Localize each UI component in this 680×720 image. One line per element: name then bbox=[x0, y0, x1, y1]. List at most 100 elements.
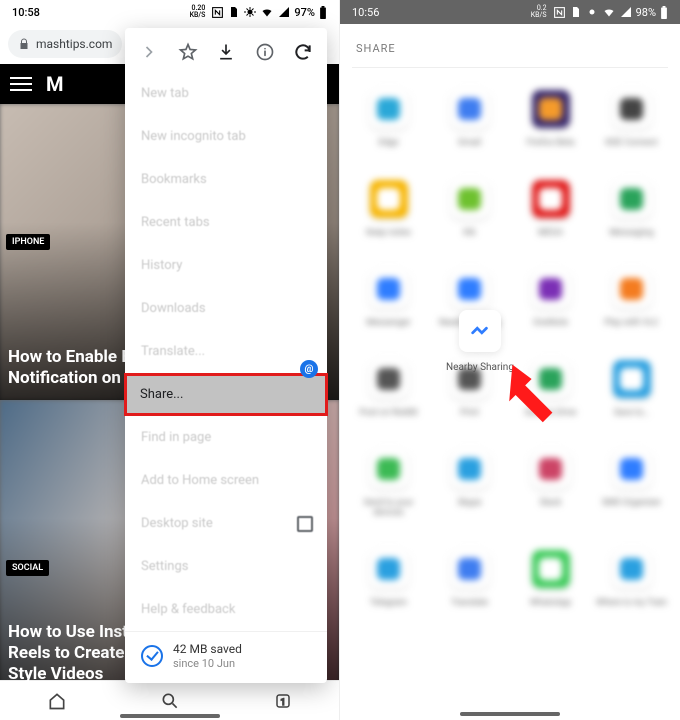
nfc-icon bbox=[211, 6, 224, 19]
gesture-bar[interactable] bbox=[120, 714, 220, 718]
article-tag: SOCIAL bbox=[6, 560, 49, 576]
share-target-kik[interactable]: Kik bbox=[433, 180, 506, 238]
data-saved-line1: 42 MB saved bbox=[173, 642, 242, 656]
phone-left: 10:58 0.20 KB/S 97% mashtips.com M bbox=[0, 0, 340, 720]
nfc-icon bbox=[553, 6, 566, 19]
app-icon bbox=[532, 180, 570, 218]
app-icon bbox=[451, 550, 489, 588]
app-icon bbox=[451, 450, 489, 488]
app-icon bbox=[613, 270, 651, 308]
svg-text:1: 1 bbox=[280, 697, 285, 707]
share-target-keep-notes[interactable]: Keep notes bbox=[352, 180, 425, 238]
hamburger-icon[interactable] bbox=[10, 77, 32, 91]
share-target-messenger[interactable]: Messenger bbox=[352, 270, 425, 328]
status-bar: 10:56 0.2 KB/S 98% bbox=[340, 0, 680, 24]
share-target-mega[interactable]: MEGA bbox=[514, 180, 587, 238]
share-target-telegram[interactable]: Telegram bbox=[352, 550, 425, 608]
battery-icon bbox=[660, 6, 668, 19]
app-icon bbox=[370, 90, 408, 128]
menu-item-find-in-page[interactable]: Find in page bbox=[125, 416, 327, 459]
star-icon[interactable] bbox=[176, 40, 200, 64]
app-icon bbox=[459, 310, 501, 352]
app-label: Gmail bbox=[458, 138, 481, 148]
data-savings-row[interactable]: 42 MB saved since 10 Jun bbox=[125, 631, 327, 677]
menu-item-downloads[interactable]: Downloads bbox=[125, 287, 327, 330]
menu-item-desktop-site[interactable]: Desktop site bbox=[125, 502, 327, 545]
share-target-skype[interactable]: Skype bbox=[433, 450, 506, 518]
share-target-sms-organizer[interactable]: SMS Organizer bbox=[595, 450, 668, 518]
status-time: 10:56 bbox=[352, 6, 379, 19]
checkbox-icon[interactable] bbox=[297, 516, 313, 532]
share-header: SHARE bbox=[340, 24, 680, 67]
app-icon bbox=[613, 90, 651, 128]
app-label: Keep notes bbox=[366, 228, 411, 238]
refresh-icon[interactable] bbox=[291, 40, 315, 64]
menu-item-settings[interactable]: Settings bbox=[125, 545, 327, 588]
app-icon bbox=[613, 450, 651, 488]
menu-item-share[interactable]: Share... bbox=[124, 373, 328, 416]
menu-item-new-incognito-tab[interactable]: New incognito tab bbox=[125, 115, 327, 158]
share-target-post-on-reddit[interactable]: Post on Reddit bbox=[352, 360, 425, 418]
app-icon bbox=[370, 180, 408, 218]
share-target-send-to-your-devices[interactable]: Send to your devices bbox=[352, 450, 425, 518]
app-label: Skype bbox=[458, 498, 482, 508]
share-target-onenote[interactable]: OneNote bbox=[514, 270, 587, 328]
app-icon bbox=[451, 90, 489, 128]
url-pill[interactable]: mashtips.com bbox=[8, 30, 122, 58]
app-label: Edge bbox=[379, 138, 399, 148]
share-target-where-is-my-train[interactable]: Where is my Train bbox=[595, 550, 668, 608]
share-target-firefox-beta[interactable]: Firefox Beta bbox=[514, 90, 587, 148]
app-label: Slack bbox=[540, 498, 562, 508]
lock-icon bbox=[18, 38, 30, 50]
gesture-bar[interactable] bbox=[460, 712, 560, 716]
share-target-save-to[interactable]: Save to… bbox=[595, 360, 668, 418]
data-saved-line2: since 10 Jun bbox=[173, 657, 235, 670]
data-saver-icon bbox=[141, 645, 163, 667]
menu-item-recent-tabs[interactable]: Recent tabs bbox=[125, 201, 327, 244]
app-label: Print bbox=[460, 408, 479, 418]
status-battery-pct: 97% bbox=[294, 6, 315, 19]
app-label: Telegram bbox=[370, 598, 407, 608]
app-label: MEGA bbox=[538, 228, 563, 238]
status-bar: 10:58 0.20 KB/S 97% bbox=[0, 0, 339, 24]
menu-item-add-to-home-screen[interactable]: Add to Home screen bbox=[125, 459, 327, 502]
app-icon bbox=[532, 550, 570, 588]
divider bbox=[352, 67, 668, 68]
menu-item-translate[interactable]: Translate... bbox=[125, 330, 327, 373]
share-hint-badge bbox=[300, 360, 318, 378]
share-target-whatsapp[interactable]: WhatsApp bbox=[514, 550, 587, 608]
download-icon[interactable] bbox=[214, 40, 238, 64]
app-label: Save to… bbox=[614, 408, 650, 418]
share-target-messaging[interactable]: Messaging bbox=[595, 180, 668, 238]
share-target-play-with-vlc[interactable]: Play with VLC bbox=[595, 270, 668, 328]
phone-right: 10:56 0.2 KB/S 98% SHARE Edge Gmail Firefo… bbox=[340, 0, 680, 720]
forward-icon[interactable] bbox=[137, 40, 161, 64]
menu-item-help-feedback[interactable]: Help & feedback bbox=[125, 588, 327, 631]
annotation-arrow bbox=[498, 355, 578, 435]
share-target-translate[interactable]: Translate bbox=[433, 550, 506, 608]
share-target-slack[interactable]: Slack bbox=[514, 450, 587, 518]
app-icon bbox=[532, 90, 570, 128]
share-target-gmail[interactable]: Gmail bbox=[433, 90, 506, 148]
status-time: 10:58 bbox=[12, 6, 40, 19]
app-icon bbox=[613, 360, 651, 398]
app-label: Messaging bbox=[609, 228, 653, 238]
app-icon bbox=[532, 270, 570, 308]
home-button[interactable] bbox=[45, 689, 69, 713]
app-icon bbox=[532, 450, 570, 488]
app-icon bbox=[370, 360, 408, 398]
share-target-kde-connect[interactable]: KDE Connect bbox=[595, 90, 668, 148]
info-icon[interactable] bbox=[253, 40, 277, 64]
menu-item-bookmarks[interactable]: Bookmarks bbox=[125, 158, 327, 201]
menu-item-new-tab[interactable]: New tab bbox=[125, 72, 327, 115]
app-icon bbox=[451, 270, 489, 308]
sim-icon bbox=[228, 6, 240, 18]
app-label: Translate bbox=[451, 598, 488, 608]
menu-item-history[interactable]: History bbox=[125, 244, 327, 287]
app-label: Firefox Beta bbox=[527, 138, 575, 148]
chrome-overflow-menu: New tabNew incognito tabBookmarksRecent … bbox=[125, 28, 327, 683]
tabs-button[interactable]: 1 bbox=[271, 689, 295, 713]
app-icon bbox=[613, 550, 651, 588]
search-button[interactable] bbox=[158, 689, 182, 713]
share-target-edge[interactable]: Edge bbox=[352, 90, 425, 148]
